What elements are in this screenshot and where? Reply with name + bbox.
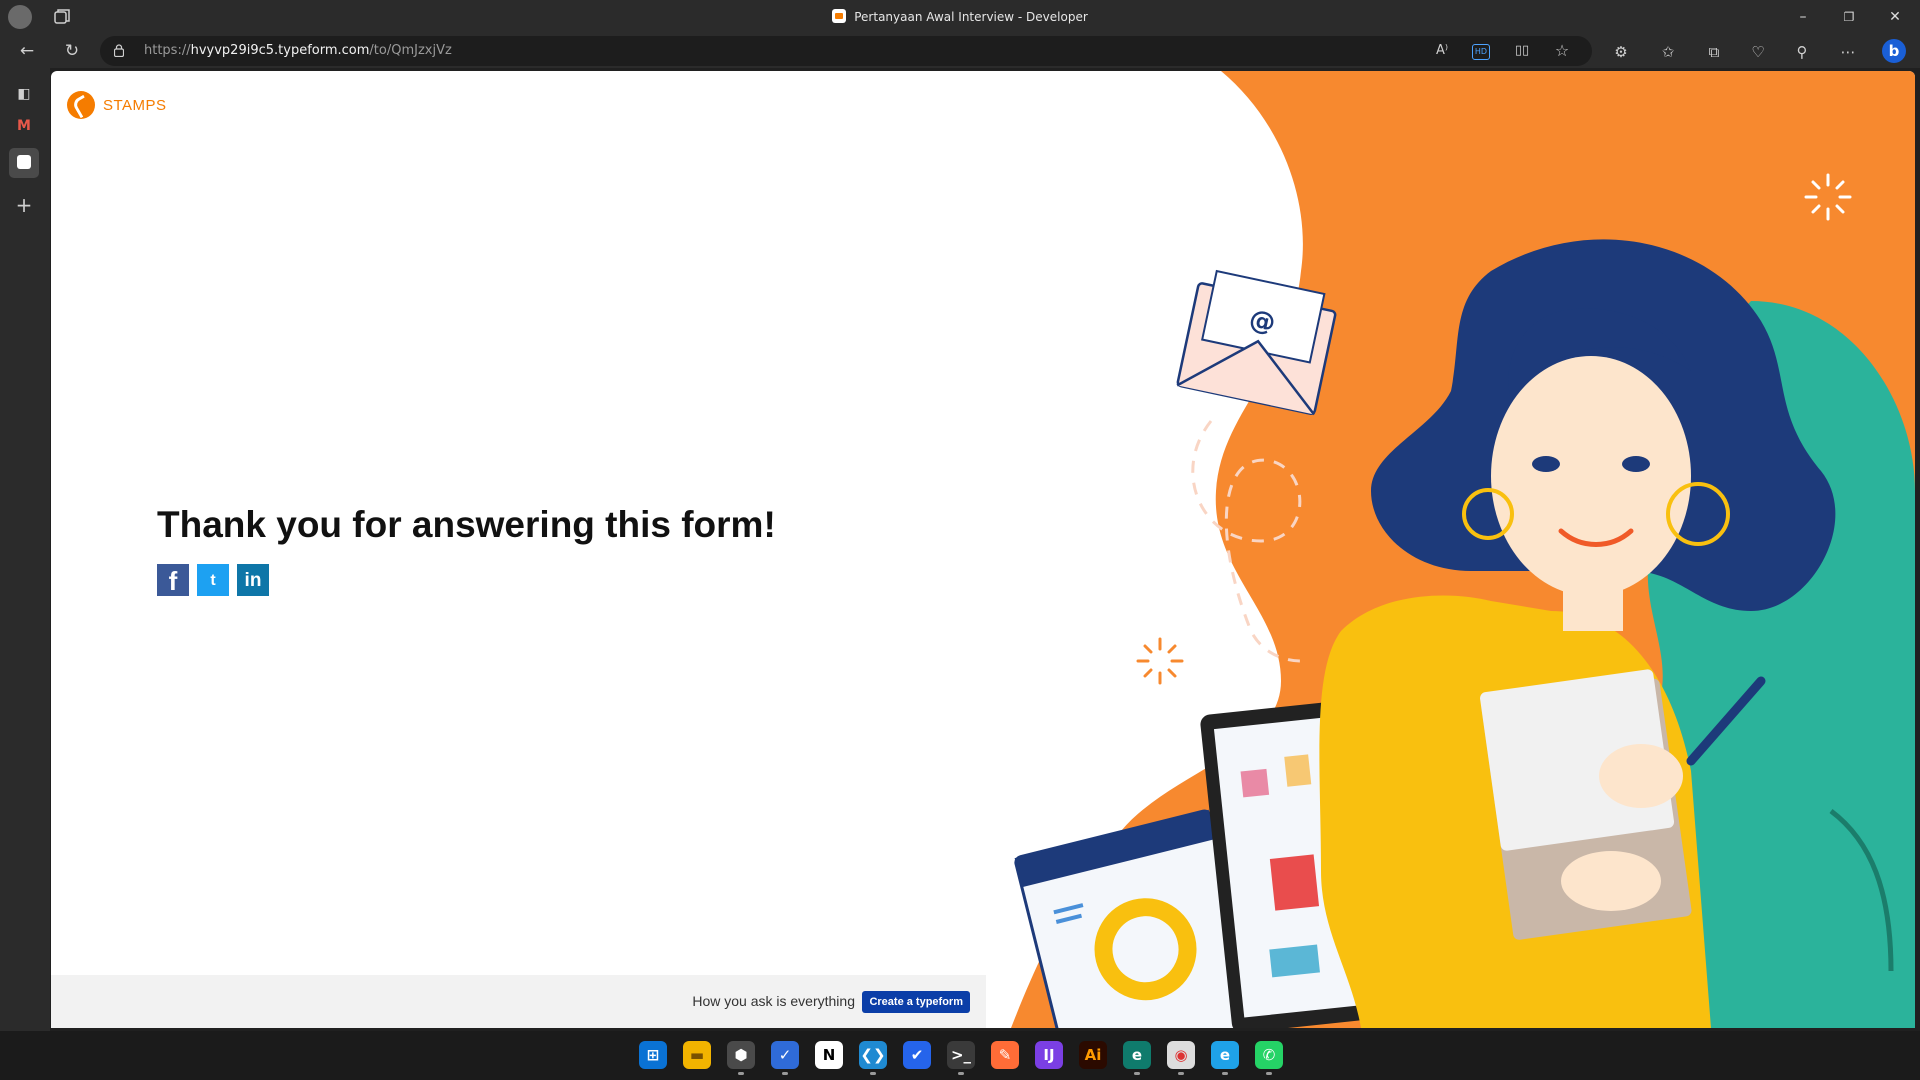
stamps-logo-icon: [67, 91, 95, 119]
favorites-icon[interactable]: ✩: [1658, 42, 1678, 62]
window-title: Pertanyaan Awal Interview - Developer: [0, 0, 1920, 34]
vscode-icon[interactable]: ❮❯: [859, 1041, 887, 1075]
linkedin-share-icon[interactable]: in: [237, 564, 269, 596]
brand-name: STAMPS: [103, 96, 167, 114]
more-options-icon[interactable]: ⋯: [1838, 42, 1858, 62]
url-text[interactable]: https://hvyvp29i9c5.typeform.com/to/QmJz…: [144, 36, 452, 66]
footer-tagline: How you ask is everything: [692, 993, 855, 1009]
thank-you-heading: Thank you for answering this form!: [157, 504, 776, 545]
brand-logo: STAMPS: [67, 90, 167, 120]
tab-actions-icon[interactable]: ◧: [9, 79, 39, 109]
close-button[interactable]: ✕: [1872, 0, 1918, 34]
file-explorer-icon[interactable]: ▬: [683, 1041, 711, 1069]
lock-icon[interactable]: [114, 44, 124, 57]
postman-icon[interactable]: ✎: [991, 1041, 1019, 1069]
start-icon[interactable]: ⊞: [639, 1041, 667, 1069]
extensions-icon[interactable]: ⚙: [1611, 42, 1631, 62]
immersive-reader-icon[interactable]: ▯▯: [1512, 41, 1532, 61]
back-arrow-icon[interactable]: ←: [13, 38, 41, 64]
edge-icon[interactable]: e: [1211, 1041, 1239, 1075]
url-scheme: https://: [144, 43, 191, 58]
url-path: /to/QmJzxjVz: [369, 43, 452, 58]
read-aloud-icon[interactable]: A⁾: [1432, 41, 1452, 61]
whatsapp-icon[interactable]: ✆: [1255, 1041, 1283, 1075]
typeform-tab-icon[interactable]: [9, 148, 39, 178]
new-tab-plus-icon[interactable]: +: [9, 190, 39, 220]
tasks-check-icon[interactable]: ✓: [771, 1041, 799, 1075]
hd-video-icon[interactable]: HD: [1472, 44, 1490, 60]
edge-dev-icon[interactable]: e: [1123, 1041, 1151, 1075]
typeform-favicon-icon: [832, 9, 847, 23]
browser-essentials-icon[interactable]: ♡: [1748, 42, 1768, 62]
todo-icon[interactable]: ✔: [903, 1041, 931, 1069]
notion-icon[interactable]: N: [815, 1041, 843, 1069]
illustrator-icon[interactable]: Ai: [1079, 1041, 1107, 1069]
chrome-icon[interactable]: ◉: [1167, 1041, 1195, 1075]
woman-writing-illustration: @: [1011, 71, 1915, 1028]
jetbrains-icon[interactable]: IJ: [1035, 1041, 1063, 1069]
title-bar: Pertanyaan Awal Interview - Developer – …: [0, 0, 1920, 34]
refresh-icon[interactable]: ↻: [58, 38, 86, 64]
restore-button[interactable]: ❐: [1826, 0, 1872, 34]
taskbar: ⊞ ▬ ⬢ ✓ N ❮❯ ✔ >_ ✎ IJ Ai e ◉ e ✆: [0, 1031, 1920, 1080]
typeform-footer: How you ask is everything Create a typef…: [51, 975, 986, 1028]
favorite-star-icon[interactable]: ☆: [1552, 41, 1572, 61]
cube-app-icon[interactable]: ⬢: [727, 1041, 755, 1075]
window-title-text: Pertanyaan Awal Interview - Developer: [854, 10, 1088, 24]
minimize-button[interactable]: –: [1780, 0, 1826, 34]
navigation-bar: ← ↻ https://hvyvp29i9c5.typeform.com/to/…: [0, 34, 1920, 68]
vertical-tab-strip: ◧ M +: [0, 68, 50, 1031]
url-host: hvyvp29i9c5.typeform.com: [190, 43, 370, 58]
apps-icon[interactable]: ⚲: [1792, 42, 1812, 62]
create-typeform-button[interactable]: Create a typeform: [862, 991, 970, 1013]
address-bar[interactable]: https://hvyvp29i9c5.typeform.com/to/QmJz…: [100, 36, 1592, 66]
terminal-icon[interactable]: >_: [947, 1041, 975, 1075]
gmail-tab-icon[interactable]: M: [9, 111, 39, 141]
twitter-share-icon[interactable]: t: [197, 564, 229, 596]
collections-icon[interactable]: ⧉: [1704, 42, 1724, 62]
share-buttons: f t in: [157, 564, 269, 596]
copilot-bing-icon[interactable]: b: [1882, 39, 1906, 63]
facebook-share-icon[interactable]: f: [157, 564, 189, 596]
page-content: @ STAMPS Thank you for answering this fo…: [51, 71, 1915, 1028]
